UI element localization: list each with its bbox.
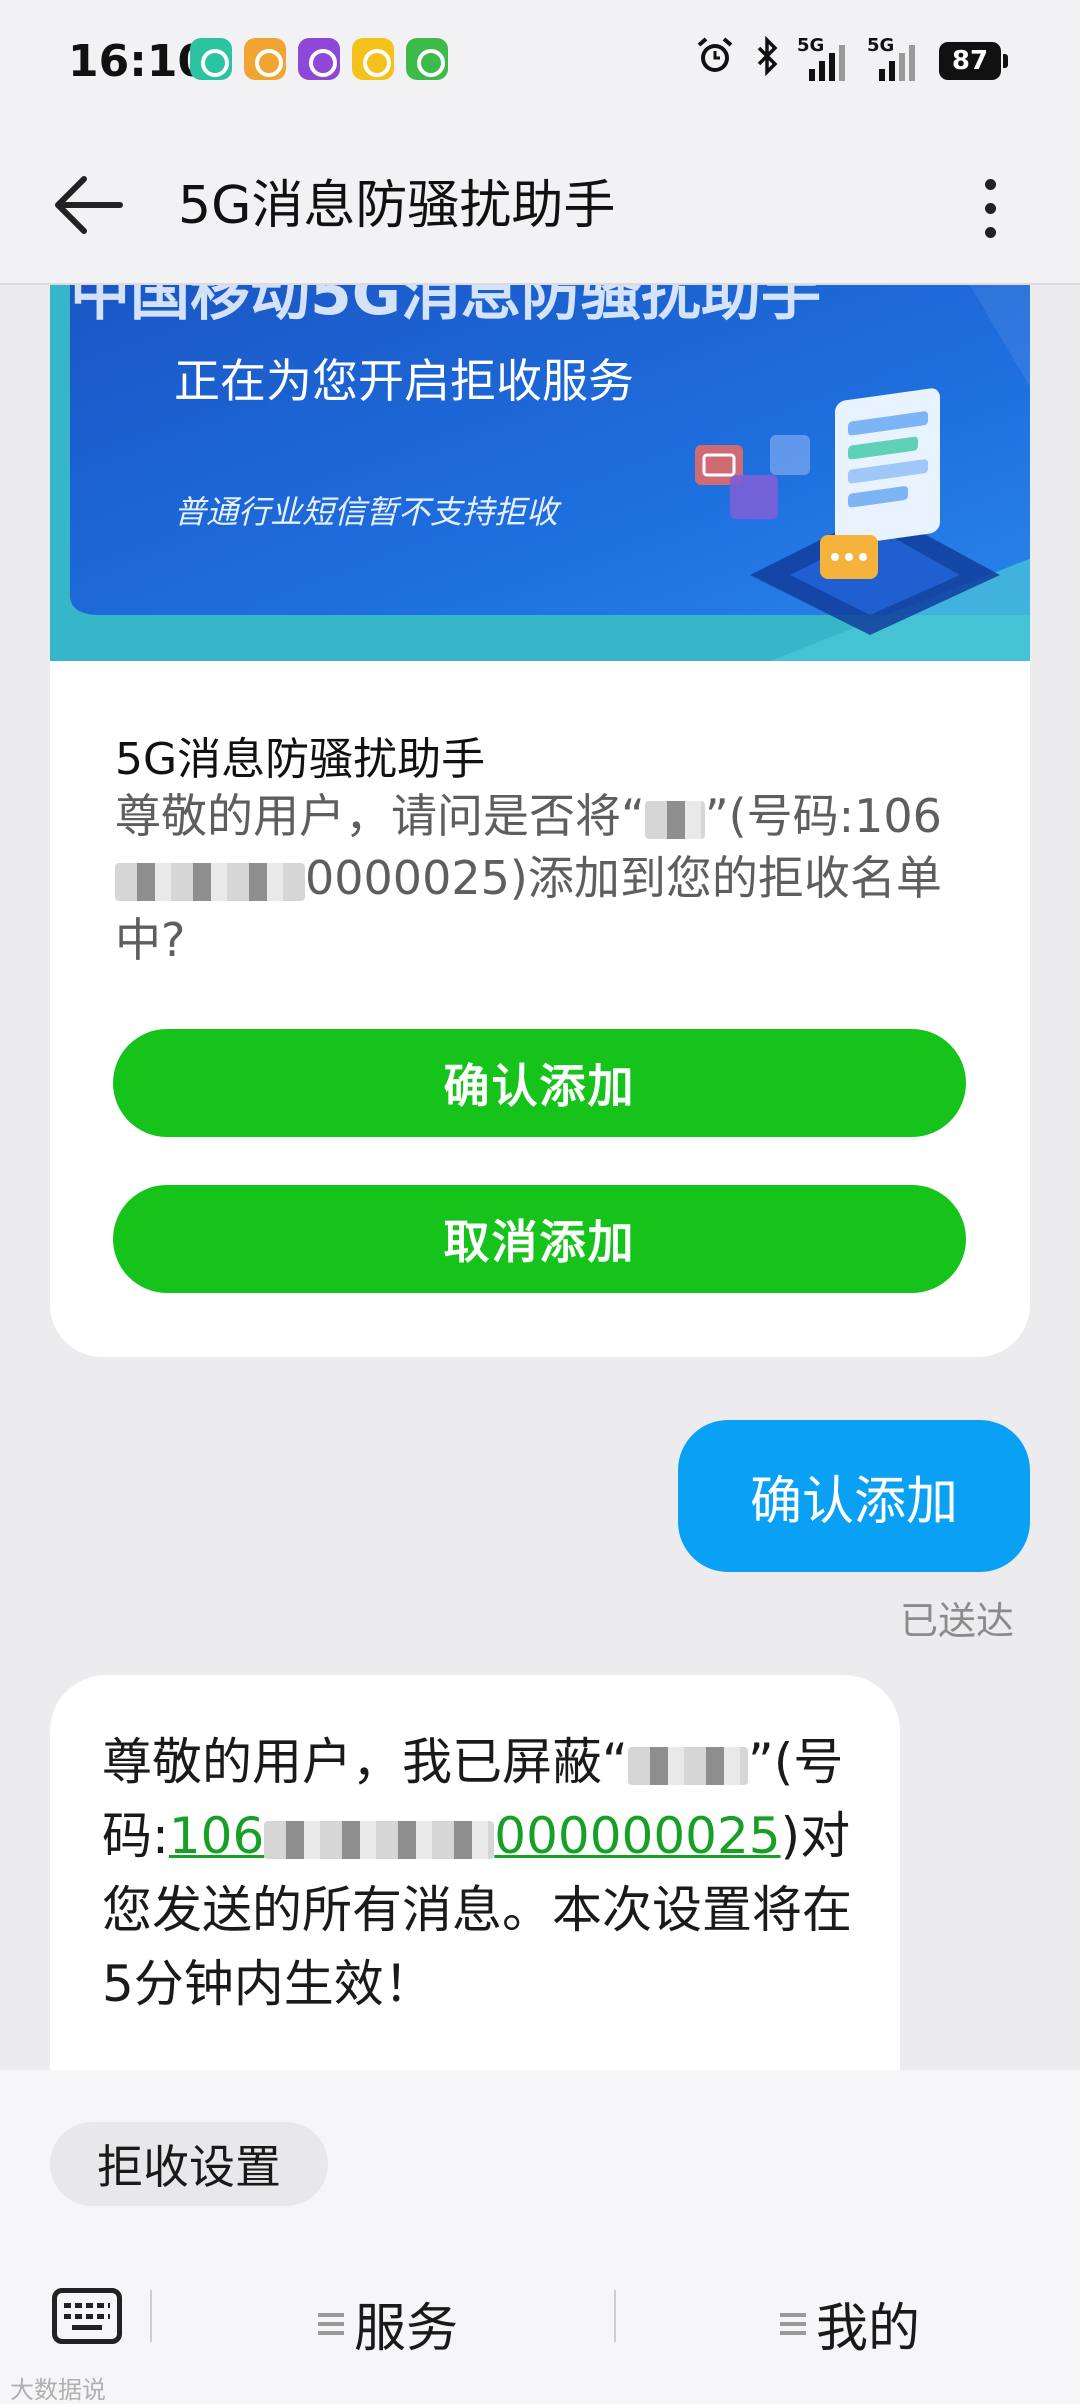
banner-note: 普通行业短信暂不支持拒收 — [174, 493, 559, 531]
redacted-number — [264, 1820, 495, 1859]
battery-icon: 87 — [939, 41, 1008, 80]
menu-lines-icon — [318, 2312, 344, 2335]
mine-menu[interactable]: 我的 — [780, 2286, 920, 2361]
phone-illustration — [695, 388, 1000, 635]
card-title: 5G消息防骚扰助手 — [115, 734, 486, 785]
status-time: 16:10 — [68, 36, 209, 87]
received-message-text: 尊敬的用户，我已屏蔽“ ”(号码:106 000000025)对您发送的所有消息。本… — [102, 1733, 852, 2013]
service-menu[interactable]: 服务 — [318, 2286, 458, 2361]
alarm-icon — [695, 36, 735, 85]
more-options-icon[interactable] — [960, 168, 1020, 248]
shopping-app-icon — [352, 38, 394, 80]
phone-number-link[interactable]: 106 000000025 — [169, 1807, 781, 1865]
confirmation-card: 中国移动5G消息防骚扰助手 正在为您开启拒收服务 普通行业短信暂不支持拒收 5G… — [50, 285, 1030, 1357]
signal-icon-2: 5G — [867, 35, 921, 81]
back-arrow-icon[interactable] — [50, 170, 130, 240]
redacted-name — [627, 1746, 748, 1785]
page-title: 5G消息防骚扰助手 — [178, 176, 616, 236]
sent-message-bubble: 确认添加 — [678, 1420, 1030, 1572]
banner-title: 正在为您开启拒收服务 — [174, 354, 634, 408]
status-indicators: 5G 5G 87 — [695, 35, 1008, 85]
received-message-bubble: 尊敬的用户，我已屏蔽“ ”(号码:106 000000025)对您发送的所有消息。本… — [50, 1675, 900, 2075]
delivery-status: 已送达 — [900, 1599, 1015, 1643]
confirm-add-button[interactable]: 确认添加 — [113, 1029, 966, 1137]
keyboard-icon[interactable] — [52, 2288, 122, 2344]
banner-cut-title: 中国移动5G消息防骚扰助手 — [70, 285, 821, 329]
video-app-icon — [244, 38, 286, 80]
redacted-name — [644, 800, 705, 839]
app-notification-icon — [190, 38, 232, 80]
nav-divider — [150, 2290, 152, 2342]
menu-lines-icon — [780, 2312, 806, 2335]
signal-icon: 5G — [797, 35, 851, 81]
notification-app-icons — [190, 38, 448, 80]
card-message: 尊敬的用户，请问是否将“ ”(号码:1060000025)添加到您的拒收名单中? — [115, 789, 942, 967]
cancel-add-button[interactable]: 取消添加 — [113, 1185, 966, 1293]
bluetooth-icon — [753, 35, 781, 85]
reject-settings-chip[interactable]: 拒收设置 — [50, 2122, 328, 2206]
iqiyi-app-icon — [298, 38, 340, 80]
nav-divider — [614, 2290, 616, 2342]
service-banner: 中国移动5G消息防骚扰助手 正在为您开启拒收服务 普通行业短信暂不支持拒收 — [50, 285, 1030, 661]
redacted-number — [115, 862, 305, 901]
chat-app-icon — [406, 38, 448, 80]
watermark: 大数据说 — [10, 2376, 106, 2404]
